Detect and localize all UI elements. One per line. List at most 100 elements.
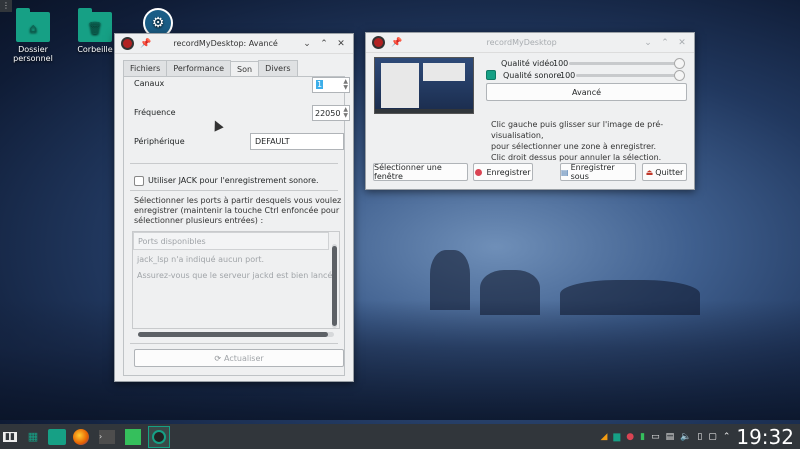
save-as-button-label: Enregistrer sous <box>570 163 615 181</box>
preview-window-thumb <box>381 63 419 108</box>
device-input[interactable]: DEFAULT <box>250 133 344 150</box>
ports-message: Assurez-vous que le serveur jackd est bi… <box>137 271 335 280</box>
tab-performance[interactable]: Performance <box>166 60 232 76</box>
preview-thumbnail[interactable] <box>374 57 474 114</box>
recordmydesktop-icon <box>121 37 134 50</box>
wallpaper-tree <box>480 270 540 315</box>
tray-record-icon[interactable]: ● <box>626 432 634 442</box>
terminal-icon[interactable]: › <box>96 426 118 448</box>
jack-checkbox[interactable] <box>134 176 144 186</box>
tray-folder-icon[interactable]: ▆ <box>613 432 620 442</box>
save-icon: ▤ <box>561 167 569 177</box>
quit-button-label: Quitter <box>655 167 684 177</box>
frequency-spinbox[interactable]: 22050 ▲ ▼ <box>312 105 350 121</box>
manjaro-settings-icon[interactable] <box>122 426 144 448</box>
app-launcher-icon[interactable]: ▮▮ <box>2 426 18 448</box>
tray-volume-icon[interactable]: 🔈 <box>680 432 691 442</box>
ports-message: jack_lsp n'a indiqué aucun port. <box>137 255 265 264</box>
main-window: 📌 recordMyDesktop ⌄ ⌃ ✕ Qualité vidéo 10… <box>365 32 695 190</box>
tray-manjaro-icon[interactable]: ▮ <box>640 432 645 442</box>
sound-quality-checkbox[interactable] <box>486 70 496 80</box>
clock[interactable]: 19:32 <box>736 425 794 449</box>
recordmydesktop-icon <box>372 36 385 49</box>
tray-screen-icon[interactable]: ▭ <box>651 432 660 442</box>
preview-taskbar <box>375 109 473 113</box>
device-label: Périphérique <box>134 137 185 146</box>
video-quality-label: Qualité vidéo <box>501 59 555 68</box>
channels-value: 1 <box>316 80 324 89</box>
divider <box>130 190 338 191</box>
advanced-button[interactable]: Avancé <box>486 83 687 101</box>
record-button-label: Enregistrer <box>486 167 531 177</box>
refresh-button-label: Actualiser <box>224 353 264 363</box>
sound-quality-value: 100 <box>560 71 576 80</box>
tab-misc[interactable]: Divers <box>258 60 298 76</box>
chevron-down-icon[interactable]: ⌄ <box>642 38 654 48</box>
record-icon <box>475 168 483 176</box>
desktop-pager-icon[interactable]: ▦ <box>22 426 44 448</box>
desktop-icon-label: Dossier personnel <box>13 45 53 63</box>
desktop-toolbox-icon[interactable]: ⋮ <box>0 0 12 12</box>
close-icon[interactable]: ✕ <box>335 39 347 49</box>
tray-device-icon[interactable]: ▢ <box>708 432 717 442</box>
tray-network-icon[interactable]: ▤ <box>666 432 675 442</box>
help-line: Clic gauche puis glisser sur l'image de … <box>491 120 664 140</box>
frequency-value: 22050 <box>315 109 341 118</box>
vertical-scrollbar[interactable] <box>332 244 337 328</box>
divider <box>130 163 338 164</box>
window-titlebar[interactable]: 📌 recordMyDesktop ⌄ ⌃ ✕ <box>366 33 694 53</box>
divider <box>130 343 338 344</box>
channels-label: Canaux <box>134 79 165 88</box>
video-quality-value: 100 <box>553 59 569 68</box>
sound-quality-label: Qualité sonore <box>503 71 562 80</box>
ports-list[interactable]: Ports disponibles jack_lsp n'a indiqué a… <box>132 231 340 329</box>
slider-handle[interactable] <box>674 58 685 69</box>
taskbar: ▮▮ ▦ › ◢ ▆ ● ▮ ▭ ▤ 🔈 ▯ ▢ ⌃ 19:32 <box>0 424 800 449</box>
file-manager-icon[interactable] <box>48 428 66 445</box>
window-title: recordMyDesktop <box>486 38 557 47</box>
record-button[interactable]: Enregistrer <box>473 163 533 181</box>
close-icon[interactable]: ✕ <box>676 38 688 48</box>
pin-icon[interactable]: 📌 <box>391 38 402 48</box>
slider-handle[interactable] <box>674 70 685 81</box>
horizontal-scrollbar[interactable] <box>138 332 334 337</box>
tray-clipboard-icon[interactable]: ▯ <box>697 432 702 442</box>
firefox-icon[interactable] <box>70 426 92 448</box>
refresh-icon: ⟳ <box>214 353 222 363</box>
quit-button[interactable]: ⏏ Quitter <box>642 163 687 181</box>
pin-icon[interactable]: 📌 <box>140 39 151 49</box>
chevron-up-icon[interactable]: ⌃ <box>318 39 330 49</box>
help-line: pour sélectionner une zone à enregistrer… <box>491 142 657 151</box>
home-folder-icon: ⌂ <box>16 8 50 42</box>
tray-app-icon[interactable]: ◢ <box>600 432 607 442</box>
trash-folder-icon: 🗑 <box>78 8 112 42</box>
sound-tab-panel: Canaux 1 ▲ ▼ Fréquence 22050 ▲ ▼ Périphéri… <box>123 76 350 376</box>
chevron-up-icon[interactable]: ⌃ <box>659 38 671 48</box>
tab-sound[interactable]: Son <box>230 61 260 77</box>
help-text: Clic gauche puis glisser sur l'image de … <box>491 119 694 163</box>
preview-window-thumb <box>423 63 465 81</box>
window-titlebar[interactable]: 📌 recordMyDesktop: Avancé ⌄ ⌃ ✕ <box>115 34 353 54</box>
recordmydesktop-task-icon[interactable] <box>148 425 170 448</box>
desktop-icon-home[interactable]: ⌂ Dossier personnel <box>3 8 63 63</box>
select-window-button[interactable]: Sélectionner une fenêtre <box>373 163 468 181</box>
quit-icon: ⏏ <box>645 167 654 177</box>
spin-arrows-icon[interactable]: ▲ ▼ <box>343 107 348 119</box>
save-as-button[interactable]: ▤ Enregistrer sous <box>560 163 636 181</box>
frequency-label: Fréquence <box>134 108 176 117</box>
ports-list-header[interactable]: Ports disponibles <box>133 232 329 250</box>
sound-quality-slider[interactable] <box>576 70 685 81</box>
channels-spinbox[interactable]: 1 ▲ ▼ <box>312 77 350 93</box>
scrollbar-thumb[interactable] <box>138 332 328 337</box>
tray-expand-icon[interactable]: ⌃ <box>723 432 731 442</box>
chevron-down-icon[interactable]: ⌄ <box>301 39 313 49</box>
advanced-settings-window: 📌 recordMyDesktop: Avancé ⌄ ⌃ ✕ Fichiers… <box>114 33 354 382</box>
help-line: Clic droit dessus pour annuler la sélect… <box>491 153 662 162</box>
jack-checkbox-label: Utiliser JACK pour l'enregistrement sono… <box>148 176 319 185</box>
scrollbar-thumb[interactable] <box>332 246 337 326</box>
spin-arrows-icon[interactable]: ▲ ▼ <box>343 79 348 91</box>
video-quality-slider[interactable] <box>569 58 685 69</box>
refresh-button[interactable]: ⟳ Actualiser <box>134 349 344 367</box>
tab-files[interactable]: Fichiers <box>123 60 168 76</box>
window-title: recordMyDesktop: Avancé <box>173 39 278 48</box>
